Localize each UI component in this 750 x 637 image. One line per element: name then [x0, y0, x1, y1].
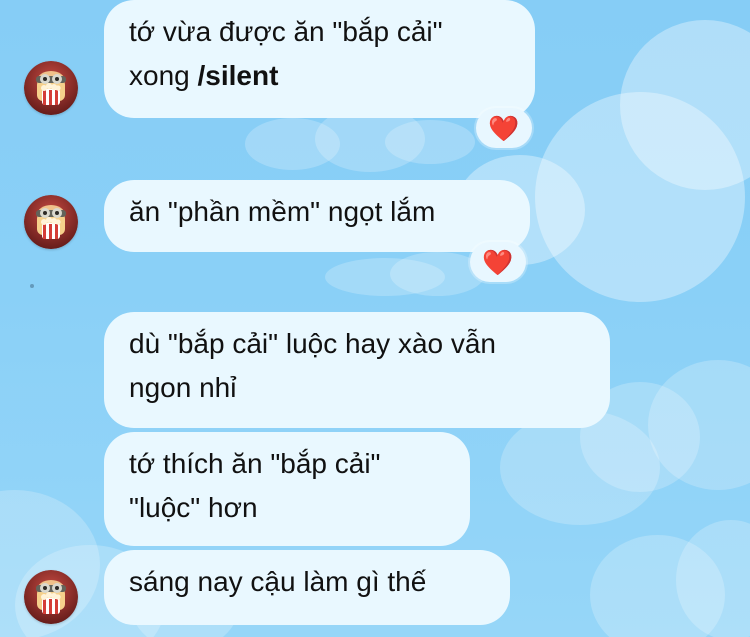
message-text: xong	[129, 60, 190, 91]
chat-bubble-1[interactable]: tớ vừa được ăn "bắp cải" xong /silent	[104, 0, 535, 118]
message-line: ăn "phần mềm" ngọt lắm	[129, 196, 436, 227]
background-dot	[30, 284, 34, 288]
chat-bubble-5[interactable]: sáng nay cậu làm gì thế	[104, 550, 510, 625]
heart-icon: ❤️	[488, 114, 520, 143]
avatar-popcorn-character-icon	[24, 61, 78, 115]
chat-bubble-2[interactable]: ăn "phần mềm" ngọt lắm	[104, 180, 530, 252]
message-line: ngon nhỉ	[129, 372, 237, 403]
message-line: tớ thích ăn "bắp cải"	[129, 448, 381, 479]
avatar[interactable]	[24, 570, 78, 624]
avatar-popcorn-character-icon	[24, 195, 78, 249]
message-line: xong /silent	[129, 54, 511, 98]
chat-bubble-3[interactable]: dù "bắp cải" luộc hay xào vẫn ngon nhỉ	[104, 312, 610, 428]
heart-reaction[interactable]: ❤️	[476, 108, 532, 148]
avatar-popcorn-character-icon	[24, 570, 78, 624]
avatar[interactable]	[24, 195, 78, 249]
heart-icon: ❤️	[482, 248, 514, 277]
avatar[interactable]	[24, 61, 78, 115]
heart-reaction[interactable]: ❤️	[470, 242, 526, 282]
message-line: "luộc" hơn	[129, 492, 258, 523]
message-line: tớ vừa được ăn "bắp cải"	[129, 16, 443, 47]
chat-bubble-4[interactable]: tớ thích ăn "bắp cải" "luộc" hơn	[104, 432, 470, 546]
message-line: sáng nay cậu làm gì thế	[129, 566, 427, 597]
message-line: dù "bắp cải" luộc hay xào vẫn	[129, 328, 497, 359]
silent-command: /silent	[197, 60, 279, 91]
